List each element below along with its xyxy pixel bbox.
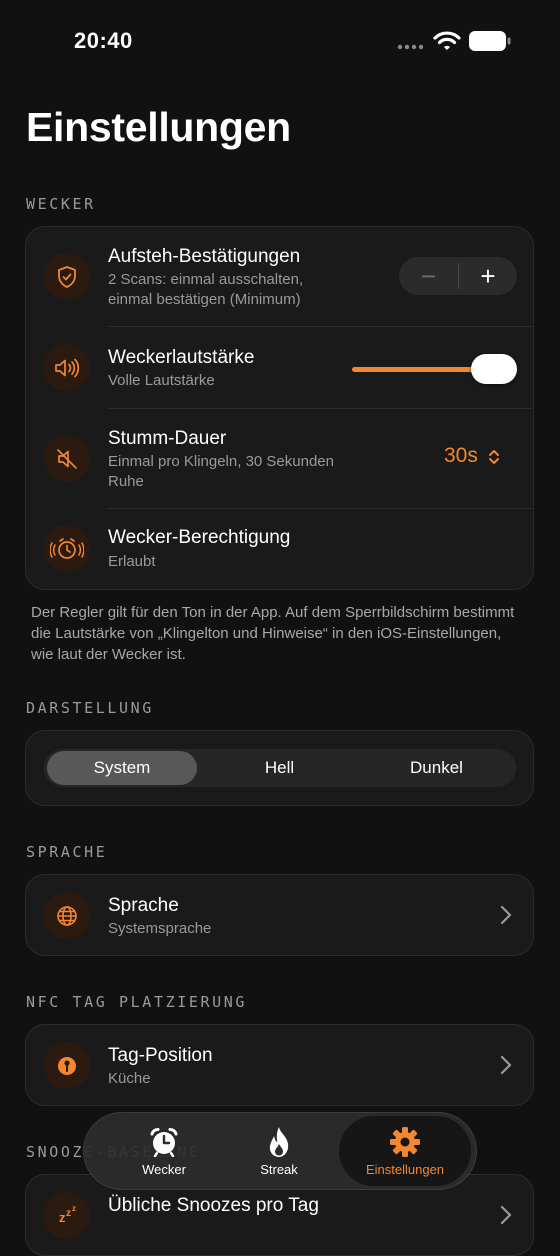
- row-wecker-berechtigung[interactable]: Wecker-Berechtigung Erlaubt: [26, 509, 533, 589]
- volume-footnote: Der Regler gilt für den Ton in der App. …: [31, 604, 515, 663]
- row-title: Sprache: [108, 895, 179, 916]
- page-title: Einstellungen: [26, 104, 291, 150]
- svg-text:z: z: [72, 1204, 76, 1213]
- status-bar: 20:40: [0, 0, 560, 84]
- row-subtitle: Volle Lautstärke: [108, 372, 215, 389]
- wifi-icon: [433, 31, 461, 50]
- mute-duration-value[interactable]: 30s: [444, 444, 478, 468]
- row-tag-position[interactable]: Tag-Position Küche: [26, 1025, 533, 1105]
- appearance-card: System Hell Dunkel: [25, 730, 534, 806]
- pin-icon: [43, 1042, 90, 1089]
- row-subtitle: Küche: [108, 1070, 151, 1087]
- muted-speaker-icon: [43, 435, 90, 482]
- alarm-clock-icon: [43, 525, 90, 572]
- shield-check-icon: [43, 253, 90, 300]
- confirmations-stepper: − +: [399, 257, 517, 295]
- chevron-right-icon: [500, 1205, 512, 1225]
- tab-label: Wecker: [142, 1162, 186, 1177]
- section-label-darstellung: DARSTELLUNG: [26, 699, 154, 717]
- row-subtitle: Einmal pro Klingeln, 30 Sekunden Ruhe: [108, 453, 334, 490]
- row-title: Wecker-Berechtigung: [108, 527, 291, 548]
- row-title: Tag-Position: [108, 1045, 213, 1066]
- speaker-volume-icon: [43, 344, 90, 391]
- tab-label: Einstellungen: [365, 1162, 445, 1177]
- stepper-plus-button[interactable]: +: [459, 257, 517, 295]
- segment-hell[interactable]: Hell: [202, 751, 357, 785]
- section-label-sprache: SPRACHE: [26, 843, 108, 861]
- segment-dunkel[interactable]: Dunkel: [360, 751, 513, 785]
- snooze-icon: zzz: [43, 1192, 90, 1239]
- section-label-nfc: NFC TAG PLATZIERUNG: [26, 993, 247, 1011]
- tab-label: Streak: [260, 1162, 298, 1177]
- row-title: Übliche Snoozes pro Tag: [108, 1195, 319, 1216]
- section-label-wecker: WECKER: [26, 195, 96, 213]
- row-title: Stumm-Dauer: [108, 428, 227, 449]
- tab-bar: Wecker Streak Einstellungen: [83, 1112, 477, 1190]
- language-card: Sprache Systemsprache: [25, 874, 534, 956]
- row-aufsteh-bestaetigungen: Aufsteh-Bestätigungen 2 Scans: einmal au…: [26, 227, 533, 327]
- row-subtitle: Systemsprache: [108, 920, 212, 937]
- tab-einstellungen[interactable]: Einstellungen: [339, 1116, 471, 1186]
- chevron-right-icon: [500, 905, 512, 925]
- row-subtitle: Erlaubt: [108, 553, 156, 570]
- tab-streak[interactable]: Streak: [229, 1116, 329, 1186]
- wecker-card: Aufsteh-Bestätigungen 2 Scans: einmal au…: [25, 226, 534, 590]
- alarm-clock-icon: [149, 1126, 179, 1158]
- row-sprache[interactable]: Sprache Systemsprache: [26, 875, 533, 955]
- tab-wecker[interactable]: Wecker: [114, 1116, 214, 1186]
- row-title: Aufsteh-Bestätigungen: [108, 246, 301, 267]
- cellular-signal-icon: [397, 44, 424, 50]
- svg-text:z: z: [59, 1210, 66, 1225]
- row-subtitle: 2 Scans: einmal ausschalten, einmal best…: [108, 271, 304, 308]
- stepper-minus-button[interactable]: −: [399, 257, 458, 295]
- chevron-up-down-icon[interactable]: [488, 448, 500, 466]
- nfc-card: Tag-Position Küche: [25, 1024, 534, 1106]
- status-time: 20:40: [74, 28, 133, 53]
- globe-icon: [43, 892, 90, 939]
- gear-icon: [389, 1126, 421, 1158]
- volume-slider[interactable]: [352, 354, 517, 384]
- row-title: Weckerlautstärke: [108, 347, 255, 368]
- battery-icon: [469, 31, 511, 51]
- segment-system[interactable]: System: [47, 751, 197, 785]
- chevron-right-icon: [500, 1055, 512, 1075]
- volume-slider-thumb[interactable]: [471, 354, 517, 384]
- flame-icon: [266, 1126, 292, 1158]
- appearance-segmented-control: System Hell Dunkel: [44, 749, 516, 787]
